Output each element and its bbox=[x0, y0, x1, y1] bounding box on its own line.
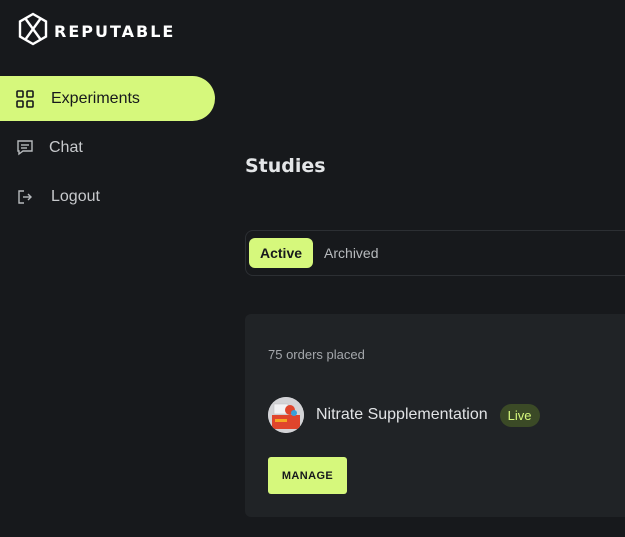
brand-name: REPUTABLE bbox=[54, 22, 176, 41]
sidebar-item-chat[interactable]: Chat bbox=[0, 125, 215, 170]
brand-logo[interactable]: REPUTABLE bbox=[18, 12, 175, 51]
reputable-logo-icon bbox=[18, 12, 48, 51]
sidebar-item-label: Chat bbox=[49, 138, 83, 156]
sidebar-item-label: Experiments bbox=[51, 89, 140, 107]
page-title: Studies bbox=[245, 155, 326, 177]
tab-active[interactable]: Active bbox=[249, 238, 314, 268]
sidebar-item-label: Logout bbox=[51, 187, 100, 205]
sidebar-nav: Experiments Chat Logout bbox=[0, 76, 215, 223]
study-thumbnail bbox=[268, 397, 304, 433]
study-tabs: Active Archived bbox=[245, 230, 625, 276]
study-name[interactable]: Nitrate Supplementation bbox=[316, 406, 488, 424]
orders-count: 75 orders placed bbox=[268, 347, 365, 362]
sidebar-item-logout[interactable]: Logout bbox=[0, 174, 215, 219]
study-row: Nitrate Supplementation Live bbox=[268, 397, 540, 433]
study-card: 75 orders placed Nitrate Supplementation… bbox=[245, 314, 625, 517]
chat-icon bbox=[15, 138, 35, 158]
tab-archived[interactable]: Archived bbox=[313, 238, 389, 268]
sidebar-item-experiments[interactable]: Experiments bbox=[0, 76, 215, 121]
logout-icon bbox=[15, 187, 35, 207]
grid-icon bbox=[15, 89, 35, 109]
status-badge: Live bbox=[499, 403, 540, 427]
manage-button[interactable]: MANAGE bbox=[268, 457, 347, 494]
